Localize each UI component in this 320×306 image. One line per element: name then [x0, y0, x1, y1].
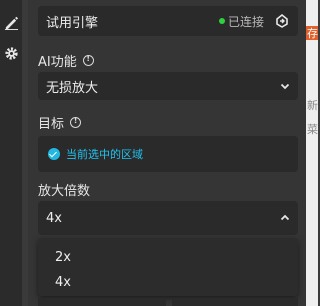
ai-function-value: 无损放大	[46, 80, 99, 96]
ai-function-select[interactable]: 无损放大	[38, 72, 298, 100]
target-value: 当前选中的区域	[66, 148, 143, 161]
left-toolbar	[0, 0, 22, 306]
status-dot	[218, 18, 225, 24]
ai-function-label: AI功能	[38, 55, 77, 70]
scale-select[interactable]: 4x	[38, 201, 298, 235]
gear-icon[interactable]	[3, 45, 19, 61]
strip-char-3: 菜	[307, 123, 318, 136]
scale-option-2x[interactable]: 2x	[38, 245, 298, 270]
right-edge-strip: 存 新 菜	[306, 0, 318, 306]
scale-label: 放大倍数	[38, 184, 91, 199]
target-label-row: 目标	[38, 113, 82, 132]
engine-status: 已连接	[227, 14, 264, 29]
hidden-button-left	[38, 298, 166, 306]
chevron-up-icon	[280, 213, 290, 223]
scale-option-4x[interactable]: 4x	[38, 270, 298, 295]
strip-char-1: 存	[307, 27, 318, 40]
scale-dropdown-menu: 2x 4x	[38, 238, 298, 296]
scale-value: 4x	[46, 210, 62, 226]
strip-char-2: 新	[307, 99, 318, 112]
engine-selector[interactable]: 试用引擎 已连接	[38, 6, 298, 36]
target-label: 目标	[38, 117, 65, 132]
info-icon[interactable]	[70, 116, 82, 128]
info-icon[interactable]	[82, 54, 94, 66]
switch-engine-icon[interactable]	[274, 13, 290, 29]
chevron-down-icon	[280, 81, 290, 91]
check-circle-icon	[48, 148, 60, 160]
target-selection[interactable]: 当前选中的区域	[38, 136, 298, 172]
edit-icon[interactable]	[3, 14, 19, 30]
engine-name: 试用引擎	[46, 15, 99, 31]
hidden-button-right	[172, 298, 298, 306]
scale-label-row: 放大倍数	[38, 180, 90, 199]
ai-function-label-row: AI功能	[38, 51, 94, 70]
